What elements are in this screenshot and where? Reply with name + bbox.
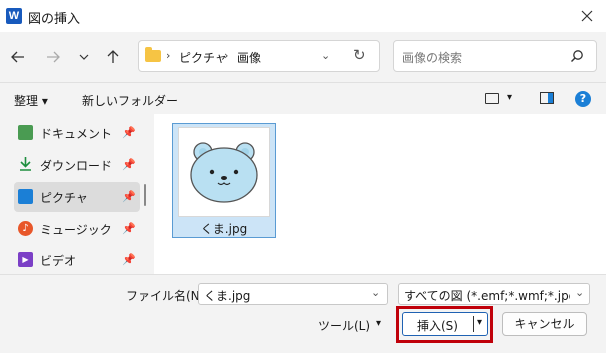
forward-arrow-icon	[47, 51, 60, 63]
filetype-value: すべての図 (*.emf;*.wmf;*.jpg;*.j	[404, 289, 570, 303]
pin-icon: 📌	[122, 126, 136, 139]
close-button[interactable]	[572, 2, 602, 30]
filetype-select[interactable]: すべての図 (*.emf;*.wmf;*.jpg;*.j ⌄	[398, 283, 590, 305]
tools-menu[interactable]: ツール(L)	[318, 317, 370, 334]
view-mode-icon[interactable]	[485, 93, 499, 104]
breadcrumb-pictures[interactable]: ピクチャ	[179, 49, 227, 66]
address-bar[interactable]: › ピクチャ › 画像 ⌄ ↻	[138, 40, 380, 72]
up-arrow-icon	[107, 50, 119, 63]
pin-icon: 📌	[122, 190, 136, 203]
search-placeholder: 画像の検索	[402, 51, 463, 65]
pin-icon: 📌	[122, 253, 136, 266]
filename-value: くま.jpg	[204, 289, 251, 303]
pictures-icon	[18, 189, 33, 204]
forward-button[interactable]	[42, 46, 64, 68]
filename-label: ファイル名(N):	[126, 289, 209, 303]
folder-icon	[145, 47, 161, 62]
insert-options-dropdown-icon[interactable]: ▾	[477, 317, 482, 328]
sidebar-item-label: ピクチャ	[40, 191, 88, 205]
organize-menu[interactable]: 整理 ▾	[14, 92, 48, 109]
download-icon	[20, 157, 31, 171]
back-button[interactable]	[7, 46, 29, 68]
tools-dropdown-icon[interactable]: ▾	[376, 318, 381, 329]
sidebar-item-label: ダウンロード	[40, 159, 113, 173]
recent-locations-button[interactable]	[73, 46, 95, 68]
search-icon	[571, 50, 583, 62]
preview-pane-icon[interactable]	[540, 92, 554, 104]
divider	[0, 82, 606, 83]
pin-icon: 📌	[122, 158, 136, 171]
split-divider	[473, 316, 474, 332]
close-icon	[581, 10, 593, 22]
up-button[interactable]	[102, 46, 124, 68]
image-thumbnail	[178, 127, 270, 217]
bear-image-icon	[190, 142, 258, 203]
help-icon[interactable]: ?	[575, 91, 591, 107]
cancel-button[interactable]: キャンセル	[502, 312, 587, 336]
chevron-down-icon: ⌄	[575, 286, 585, 299]
window-title: 図の挿入	[28, 12, 81, 27]
chevron-down-icon: ⌄	[371, 286, 381, 299]
pin-icon: 📌	[122, 222, 136, 235]
video-icon: ▶	[18, 252, 33, 267]
document-icon	[18, 125, 33, 140]
sidebar-item-label: ビデオ	[40, 254, 77, 268]
insert-button-label: 挿入(S)	[417, 319, 458, 333]
address-dropdown-icon[interactable]: ⌄	[321, 49, 330, 62]
word-app-icon: W	[6, 8, 22, 24]
sidebar-item-label: ミュージック	[40, 223, 112, 237]
new-folder-button[interactable]: 新しいフォルダー	[82, 92, 178, 109]
chevron-right-icon: ›	[166, 49, 171, 62]
file-name-label: くま.jpg	[200, 222, 248, 236]
music-icon: ♪	[18, 221, 33, 236]
back-arrow-icon	[11, 51, 24, 63]
refresh-icon[interactable]: ↻	[353, 46, 366, 64]
sidebar-item-label: ドキュメント	[40, 127, 113, 141]
chevron-down-icon	[79, 54, 89, 60]
view-dropdown-icon[interactable]: ▾	[507, 92, 512, 103]
sidebar-scrollbar[interactable]	[144, 184, 146, 206]
chevron-right-icon: ›	[224, 49, 229, 62]
search-box[interactable]: 画像の検索	[393, 40, 597, 72]
divider	[0, 274, 606, 275]
filename-input[interactable]: くま.jpg ⌄	[198, 283, 388, 305]
insert-button[interactable]: 挿入(S) ▾	[402, 312, 488, 336]
breadcrumb-images[interactable]: 画像	[237, 49, 261, 66]
title-bar	[0, 0, 606, 32]
